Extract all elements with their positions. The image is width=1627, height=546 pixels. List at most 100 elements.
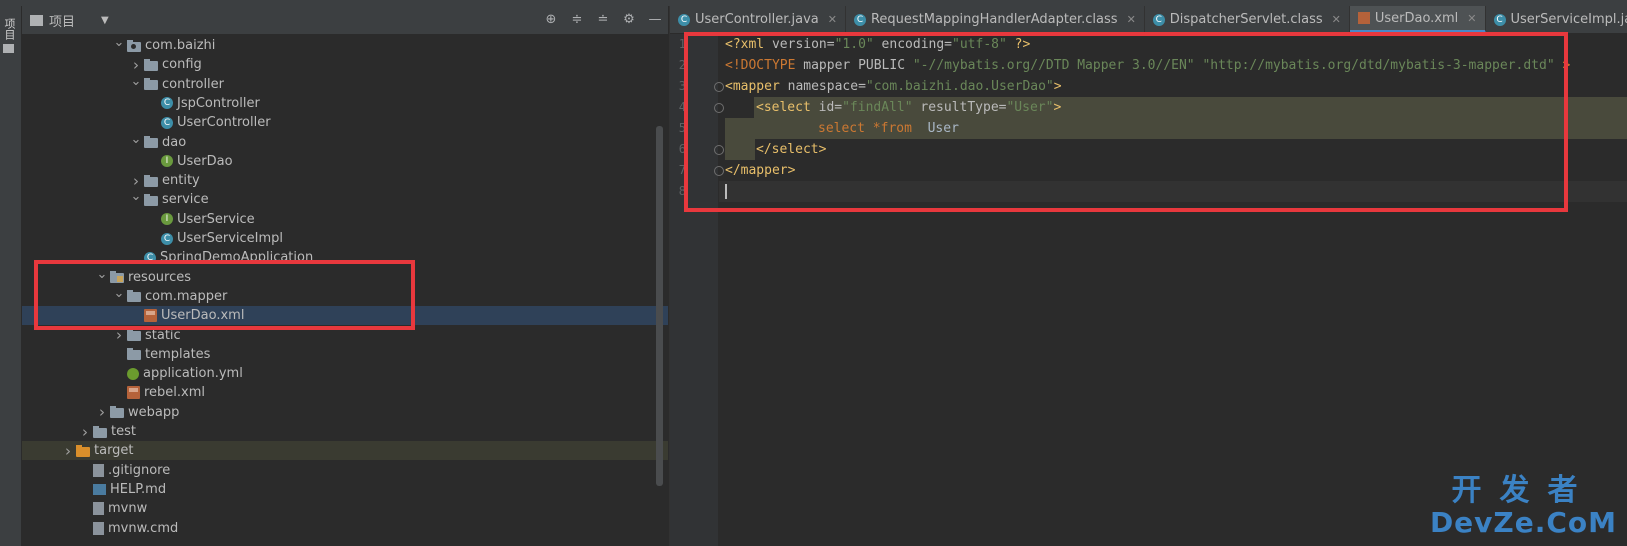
tree-item[interactable]: rebel.xml <box>22 383 668 402</box>
folder-icon <box>127 329 141 341</box>
editor-tab[interactable]: UserDao.xml ✕ <box>1349 6 1486 33</box>
tree-item-label: config <box>162 57 202 73</box>
chevron-down-icon[interactable]: ⌄ <box>130 189 142 204</box>
tree-item[interactable]: C UserController <box>22 113 668 132</box>
class-icon: C <box>161 116 173 129</box>
interface-icon: I <box>161 155 173 168</box>
collapse-all-icon[interactable]: ≐ <box>596 12 610 27</box>
locate-icon[interactable]: ⊕ <box>544 12 558 27</box>
tree-item-label: application.yml <box>143 366 243 382</box>
watermark-en: DevZe.CoM <box>1429 506 1617 539</box>
tree-item-label: UserDao <box>177 153 233 169</box>
chevron-down-icon: ▼ <box>101 15 109 26</box>
tree-item[interactable]: ⌄ dao <box>22 132 668 152</box>
interface-icon: I <box>161 213 173 226</box>
tree-item-label: JspController <box>177 95 260 111</box>
folder-icon <box>144 174 158 187</box>
editor-tab-label: DispatcherServlet.class <box>1169 12 1323 27</box>
xml-file-icon <box>127 386 140 400</box>
annotation-box-resources <box>34 260 415 330</box>
yml-file-icon <box>127 367 139 380</box>
tree-item-label: mvnw.cmd <box>108 520 179 536</box>
close-icon[interactable]: ✕ <box>1467 12 1476 25</box>
close-icon[interactable]: ✕ <box>828 13 837 26</box>
annotation-box-editor <box>684 32 1568 212</box>
tree-item[interactable]: C JspController <box>22 94 668 113</box>
tree-item[interactable]: .gitignore <box>22 461 668 480</box>
tree-item-label: UserController <box>177 115 271 131</box>
editor-tab-label: UserDao.xml <box>1374 10 1459 26</box>
chevron-down-icon[interactable]: ⌄ <box>113 35 125 50</box>
editor-tab[interactable]: C RequestMappingHandlerAdapter.class ✕ <box>846 6 1145 33</box>
tree-item[interactable]: › entity <box>22 171 668 190</box>
tree-item-label: com.baizhi <box>145 38 216 53</box>
project-title-dropdown[interactable]: 项目 ▼ <box>30 11 109 30</box>
tree-item[interactable]: HELP.md <box>22 480 668 499</box>
folder-icon <box>144 136 158 148</box>
class-icon: C <box>853 13 866 26</box>
tree-item[interactable]: › config <box>22 55 668 74</box>
xml-file-icon <box>1357 12 1370 24</box>
project-tool-label: 项目 <box>3 18 16 40</box>
tree-item[interactable]: application.yml <box>22 364 668 383</box>
chevron-right-icon[interactable]: › <box>79 423 91 441</box>
tree-item[interactable]: ⌄ controller <box>22 74 668 94</box>
gear-icon[interactable]: ⚙ <box>622 12 636 27</box>
tree-item[interactable]: ⌄ com.baizhi <box>22 35 668 55</box>
class-icon: C <box>1152 13 1165 26</box>
folder-icon <box>110 406 124 419</box>
tree-item-label: rebel.xml <box>144 385 206 401</box>
tree-item-label: mvnw <box>108 501 148 517</box>
folder-icon <box>76 444 90 457</box>
tree-item[interactable]: templates <box>22 345 668 364</box>
tree-item-label: .gitignore <box>108 462 171 478</box>
watermark: 开发者 DevZe.CoM <box>1430 474 1617 538</box>
editor-tab-label: UserController.java <box>695 12 819 27</box>
close-icon[interactable]: ✕ <box>1127 13 1136 26</box>
tree-item[interactable]: › test <box>22 422 668 441</box>
chevron-right-icon[interactable]: › <box>62 442 74 460</box>
watermark-cn: 开发者 <box>1451 473 1596 508</box>
editor-tab[interactable]: CUserServiceImpl.java✕ <box>1486 6 1627 33</box>
markdown-file-icon <box>93 484 106 496</box>
project-scrollbar[interactable] <box>656 126 663 486</box>
tree-item-label: HELP.md <box>110 481 167 497</box>
editor-tab[interactable]: C DispatcherServlet.class ✕ <box>1145 6 1350 33</box>
chevron-right-icon[interactable]: › <box>96 403 108 421</box>
package-icon <box>127 39 141 52</box>
tree-item[interactable]: › target <box>22 441 668 461</box>
tree-item[interactable]: mvnw <box>22 499 668 518</box>
chevron-down-icon[interactable]: ⌄ <box>130 74 142 89</box>
expand-all-icon[interactable]: ≑ <box>570 12 584 27</box>
class-icon: C <box>1493 13 1506 26</box>
tree-item-label: service <box>162 192 209 208</box>
project-view-icon <box>30 15 43 26</box>
tree-item[interactable]: › webapp <box>22 403 668 422</box>
project-toolbar: 项目 ▼ ⊕ ≑ ≐ ⚙ — <box>22 6 668 34</box>
tree-item[interactable]: I UserService <box>22 210 668 229</box>
close-icon[interactable]: ✕ <box>1332 13 1341 26</box>
tree-item-label: test <box>111 424 136 439</box>
tree-item[interactable]: mvnw.cmd <box>22 519 668 538</box>
folder-icon <box>144 193 158 206</box>
tree-item-label: webapp <box>128 404 180 420</box>
file-icon <box>93 502 104 516</box>
chevron-right-icon[interactable]: › <box>130 172 142 190</box>
tree-item-label: UserServiceImpl <box>177 231 284 246</box>
left-tool-strip: 项目 <box>0 6 22 546</box>
folder-icon <box>3 44 14 53</box>
tree-item[interactable]: C UserServiceImpl <box>22 229 668 248</box>
folder-icon <box>144 58 158 71</box>
chevron-down-icon[interactable]: ⌄ <box>130 132 142 147</box>
tree-item-label: target <box>94 443 134 459</box>
editor-tab-label: RequestMappingHandlerAdapter.class <box>870 12 1118 27</box>
editor-tab[interactable]: C UserController.java ✕ <box>670 6 846 33</box>
tree-item[interactable]: I UserDao <box>22 152 668 171</box>
folder-icon <box>93 425 107 438</box>
tree-item-label: dao <box>162 134 187 150</box>
minimize-icon[interactable]: — <box>648 12 662 27</box>
project-tool-window-tab[interactable]: 项目 <box>3 18 18 53</box>
editor-tabs: C UserController.java ✕ C RequestMappingHand… <box>670 6 1627 33</box>
chevron-right-icon[interactable]: › <box>130 56 142 74</box>
tree-item[interactable]: ⌄ service <box>22 189 668 209</box>
